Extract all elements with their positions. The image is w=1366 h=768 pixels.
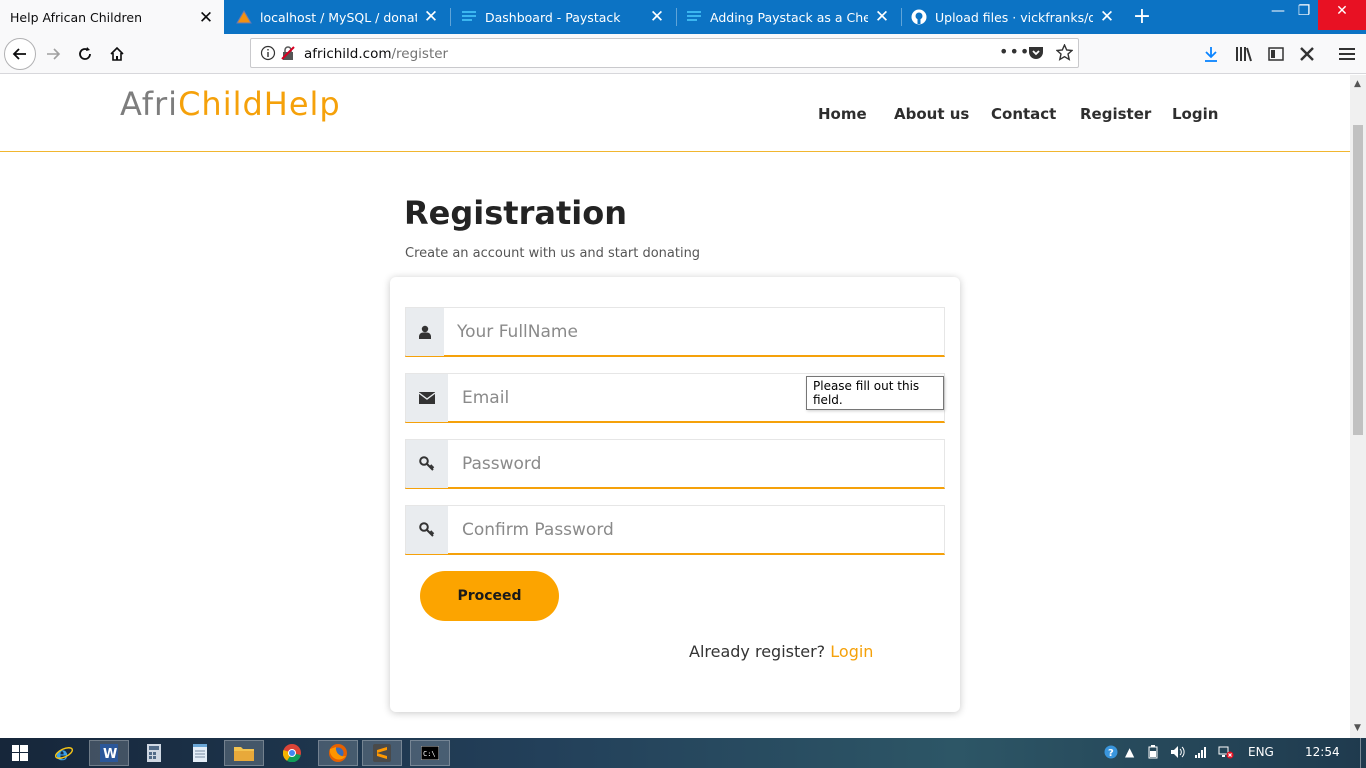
bookmark-star-icon[interactable]: [1055, 43, 1074, 65]
nav-home[interactable]: Home: [818, 105, 867, 123]
phpmyadmin-icon: [236, 9, 252, 25]
site-logo[interactable]: AfriChildHelp: [120, 85, 341, 123]
info-icon[interactable]: [260, 45, 276, 65]
page-content: AfriChildHelp Home About us Contact Regi…: [0, 75, 1350, 738]
tab-paystack-checkout[interactable]: Adding Paystack as a Checkout ✕: [676, 0, 900, 34]
tab-paystack-dashboard[interactable]: Dashboard - Paystack ✕: [451, 0, 675, 34]
extension-icon[interactable]: [1292, 39, 1322, 69]
browser-nav-bar: africhild.com/register •••: [0, 34, 1366, 74]
sublime-text-icon[interactable]: [362, 740, 402, 766]
no-network-icon[interactable]: [1218, 745, 1234, 762]
network-signal-icon[interactable]: [1194, 745, 1208, 762]
tab-close-icon[interactable]: ✕: [1099, 7, 1115, 27]
paystack-icon: [686, 9, 702, 25]
pocket-icon[interactable]: [1028, 45, 1044, 65]
tab-help-african-children[interactable]: Help African Children ✕: [0, 0, 224, 35]
svg-text:?: ?: [1108, 748, 1114, 759]
nav-contact[interactable]: Contact: [991, 105, 1056, 123]
svg-text:W: W: [103, 747, 117, 762]
windows-start-icon[interactable]: [0, 740, 40, 766]
tab-close-icon[interactable]: ✕: [874, 7, 890, 27]
tab-title: Help African Children: [10, 10, 143, 25]
key-icon: [406, 440, 448, 488]
language-indicator[interactable]: ENG: [1248, 745, 1274, 759]
tab-title: localhost / MySQL / donation |: [260, 9, 417, 25]
tab-github-upload[interactable]: Upload files · vickfranks/donati ✕: [901, 0, 1125, 34]
proceed-button[interactable]: Proceed: [420, 571, 559, 621]
key-icon: [406, 506, 448, 554]
url-bar[interactable]: africhild.com/register •••: [250, 38, 1079, 68]
scroll-thumb[interactable]: [1353, 125, 1363, 435]
back-icon[interactable]: [4, 38, 36, 70]
email-input[interactable]: [462, 374, 792, 422]
validation-tooltip: Please fill out this field.: [806, 376, 944, 410]
login-link[interactable]: Login: [830, 642, 873, 661]
notepad-icon[interactable]: [180, 740, 220, 766]
scroll-down-icon[interactable]: ▼: [1354, 723, 1361, 733]
minimize-icon[interactable]: —: [1266, 0, 1290, 30]
nav-about-us[interactable]: About us: [894, 105, 969, 123]
url-text: africhild.com/register: [304, 46, 449, 62]
tab-title: Upload files · vickfranks/donati: [935, 9, 1093, 25]
tab-title: Adding Paystack as a Checkout: [710, 9, 868, 25]
help-icon[interactable]: ?: [1104, 745, 1118, 762]
command-prompt-icon[interactable]: C:\: [410, 740, 450, 766]
email-field-group: Please fill out this field.: [405, 373, 945, 423]
volume-icon[interactable]: [1170, 745, 1186, 762]
confirm-password-input[interactable]: [462, 506, 937, 554]
tab-title: Dashboard - Paystack: [485, 9, 621, 25]
nav-login[interactable]: Login: [1172, 105, 1218, 123]
tab-close-icon[interactable]: ✕: [649, 7, 665, 27]
tab-phpmyadmin[interactable]: localhost / MySQL / donation | ✕: [226, 0, 449, 34]
page-title: Registration: [404, 194, 627, 232]
calculator-icon[interactable]: [134, 740, 174, 766]
fullname-field-group: [405, 307, 945, 357]
scroll-up-icon[interactable]: ▲: [1354, 79, 1361, 89]
confirm-password-field-group: [405, 505, 945, 555]
library-icon[interactable]: [1229, 39, 1259, 69]
page-actions-icon[interactable]: •••: [999, 42, 1030, 61]
tab-close-icon[interactable]: ✕: [423, 7, 439, 27]
sidebar-icon[interactable]: [1261, 39, 1291, 69]
github-icon: [911, 9, 927, 25]
show-desktop-button[interactable]: [1360, 738, 1366, 768]
home-icon[interactable]: [102, 39, 132, 69]
word-icon[interactable]: W: [89, 740, 129, 766]
password-field-group: [405, 439, 945, 489]
clock[interactable]: 12:54: [1305, 745, 1340, 759]
internet-explorer-icon[interactable]: e: [44, 740, 84, 766]
show-hidden-icons[interactable]: ▲: [1125, 745, 1134, 759]
menu-icon[interactable]: [1332, 39, 1362, 69]
nav-register[interactable]: Register: [1080, 105, 1151, 123]
restore-icon[interactable]: ❐: [1292, 0, 1316, 30]
forward-icon[interactable]: [38, 39, 68, 69]
fullname-input[interactable]: [457, 308, 937, 356]
paystack-icon: [461, 9, 477, 25]
already-registered-text: Already register? Login: [689, 642, 874, 661]
tab-close-icon[interactable]: ✕: [198, 8, 214, 28]
page-scrollbar[interactable]: ▲ ▼: [1350, 75, 1366, 738]
browser-tab-bar: Help African Children ✕ localhost / MySQ…: [0, 0, 1366, 35]
windows-taskbar: e W C:\ ? ▲ ENG 12:54: [0, 738, 1366, 768]
reload-icon[interactable]: [70, 39, 100, 69]
user-icon: [406, 308, 444, 356]
registration-form: Please fill out this field. Proceed Alre…: [390, 277, 960, 712]
new-tab-button[interactable]: +: [1130, 3, 1154, 31]
envelope-icon: [406, 374, 448, 422]
page-subtitle: Create an account with us and start dona…: [405, 246, 701, 261]
chrome-icon[interactable]: [272, 740, 312, 766]
download-icon[interactable]: [1196, 39, 1226, 69]
site-header: AfriChildHelp Home About us Contact Regi…: [0, 75, 1350, 152]
battery-icon[interactable]: [1146, 745, 1160, 762]
close-window-icon[interactable]: ✕: [1318, 0, 1366, 30]
insecure-lock-icon[interactable]: [280, 45, 296, 65]
password-input[interactable]: [462, 440, 937, 488]
firefox-icon[interactable]: [318, 740, 358, 766]
svg-text:C:\: C:\: [423, 750, 436, 758]
file-explorer-icon[interactable]: [224, 740, 264, 766]
